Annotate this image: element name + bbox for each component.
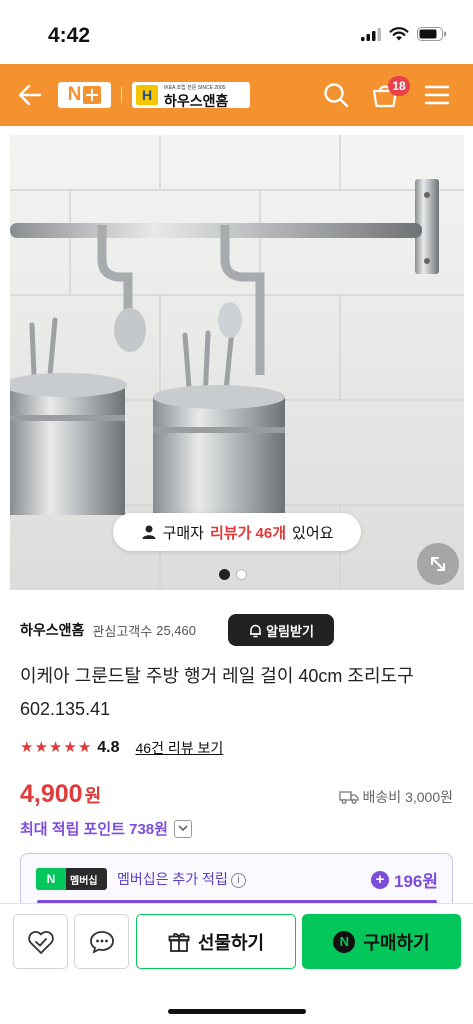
nplus-membership-badge: N 멤버십 <box>36 868 107 890</box>
status-bar: 4:42 <box>0 0 473 64</box>
max-points: 최대 적립 포인트 738원 <box>20 821 168 838</box>
pager-dot-2[interactable] <box>236 569 247 580</box>
wish-button[interactable] <box>13 914 68 969</box>
wifi-icon <box>389 27 409 41</box>
star-icon: ★ <box>63 739 77 756</box>
gift-label: 선물하기 <box>197 932 265 953</box>
rating-value: 4.8 <box>97 739 120 756</box>
shipping-fee: 배송비 3,000원 <box>362 789 453 805</box>
back-arrow-icon[interactable] <box>16 81 44 109</box>
price: 4,900 <box>20 780 83 808</box>
store-row: 하우스앤홈 관심고객수 25,460 알림받기 <box>20 614 460 646</box>
product-title: 이케아 그룬드탈 주방 행거 레일 걸이 40cm 조리도구 602.135.4… <box>20 666 414 719</box>
review-pill-prefix: 구매자 <box>162 524 204 542</box>
person-icon <box>142 525 156 539</box>
store-logo[interactable]: H IKEA 조립 전문 SINCE 2005 하우스앤홈 <box>132 82 250 109</box>
pager-dot-1[interactable] <box>219 569 230 580</box>
nplus-logo[interactable]: N <box>58 82 111 108</box>
price-row: 4,900 원 <box>20 780 101 809</box>
price-unit: 원 <box>84 786 102 806</box>
gift-button[interactable]: 선물하기 <box>136 914 296 969</box>
buy-button[interactable]: N 구매하기 <box>302 914 461 969</box>
gift-icon <box>168 932 190 952</box>
image-pager[interactable] <box>219 569 247 580</box>
review-pill-count: 리뷰가 46개 <box>209 524 287 542</box>
points-expand-button[interactable] <box>173 819 192 838</box>
signal-icon <box>361 27 381 41</box>
store-logo-name: 하우스앤홈 <box>164 93 229 109</box>
membership-text: 멤버십은 추가 적립 <box>117 871 228 887</box>
header-divider <box>121 87 122 103</box>
star-icon: ★ <box>34 739 48 756</box>
star-icon: ★ <box>20 739 34 756</box>
status-time: 4:42 <box>48 24 91 47</box>
membership-points: + 196원 <box>370 867 438 892</box>
rating-row: ★ ★ ★ ★ ★ 4.8 46건 리뷰 보기 <box>20 738 223 758</box>
cart-count-badge: 18 <box>388 76 410 96</box>
chevron-down-icon <box>178 825 188 832</box>
buyer-review-pill[interactable]: 구매자 리뷰가 46개 있어요 <box>113 513 361 551</box>
membership-text-wrap: 멤버십은 추가 적립 i <box>117 869 246 889</box>
buy-label: 구매하기 <box>363 932 430 953</box>
plus-icon <box>83 86 102 104</box>
truck-icon <box>338 791 359 804</box>
bell-plus-icon <box>250 624 262 637</box>
store-name[interactable]: 하우스앤홈 <box>20 620 84 640</box>
battery-icon <box>417 27 446 41</box>
heart-check-icon <box>27 930 54 954</box>
chat-bubble-icon <box>89 930 114 954</box>
plus-circle-icon: + <box>370 870 389 889</box>
talk-button[interactable] <box>74 914 129 969</box>
membership-badge-n: N <box>36 868 66 890</box>
interest-count: 25,460 <box>156 622 196 638</box>
store-logo-tagline: IKEA 조립 전문 SINCE 2005 <box>164 85 226 91</box>
star-icon: ★ <box>77 739 92 756</box>
membership-points-value: 196원 <box>393 872 438 891</box>
home-indicator <box>168 1009 306 1014</box>
notify-button[interactable]: 알림받기 <box>228 614 334 646</box>
review-link[interactable]: 46건 리뷰 보기 <box>136 738 224 758</box>
npay-icon: N <box>333 930 356 953</box>
expand-image-button[interactable] <box>417 543 459 585</box>
info-icon[interactable]: i <box>230 872 246 888</box>
status-icons <box>361 27 447 41</box>
bottom-action-bar: 선물하기 N 구매하기 <box>0 903 473 1024</box>
membership-badge-label: 멤버십 <box>70 875 98 887</box>
star-rating: ★ ★ ★ ★ ★ <box>20 738 91 758</box>
house-logo-icon: H <box>136 85 158 105</box>
star-icon: ★ <box>48 739 63 756</box>
review-pill-suffix: 있어요 <box>292 524 334 542</box>
interest-label: 관심고객수 <box>92 623 153 639</box>
points-row[interactable]: 최대 적립 포인트 738원 <box>20 818 192 839</box>
menu-icon[interactable] <box>424 83 450 107</box>
notify-label: 알림받기 <box>266 623 314 639</box>
shipping-info: 배송비 3,000원 <box>338 787 453 807</box>
search-icon[interactable] <box>323 82 349 108</box>
nplus-logo-n: N <box>67 84 82 105</box>
expand-icon <box>431 557 445 571</box>
